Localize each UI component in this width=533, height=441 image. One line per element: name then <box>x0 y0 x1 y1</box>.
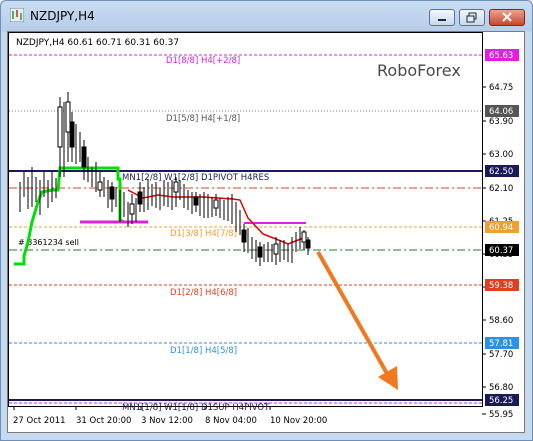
price-tick: 64.75 <box>489 83 513 93</box>
price-tag: 62.50 <box>489 167 513 177</box>
price-tag: 57.81 <box>489 339 513 349</box>
price-tag: 60.94 <box>489 223 513 233</box>
chart-area[interactable]: NZDJPY,H4 60.61 60.71 60.31 60.37 RoboFo… <box>7 31 525 433</box>
price-tag: 65.63 <box>489 51 513 61</box>
minimize-icon <box>438 19 446 21</box>
price-tick: 62.10 <box>489 184 513 194</box>
maximize-button[interactable] <box>459 9 485 26</box>
price-tick: 56.80 <box>489 383 513 393</box>
current-price-tag: 60.37 <box>489 246 513 256</box>
price-tag: 64.06 <box>489 107 513 117</box>
time-tick: 3 Nov 12:00 <box>141 416 193 426</box>
time-tick: 31 Oct 20:00 <box>76 416 131 426</box>
time-tick: 8 Nov 04:00 <box>205 416 257 426</box>
price-tick: 58.60 <box>489 316 513 326</box>
price-tick: 63.90 <box>489 117 513 127</box>
price-tag: 59.38 <box>489 281 513 291</box>
price-tick: 57.70 <box>489 350 513 360</box>
level-label-1: D1[8/8] H4[+2/8] <box>166 56 240 66</box>
close-button[interactable] <box>489 9 525 26</box>
plot-border <box>8 32 483 407</box>
chart-icon <box>10 8 24 22</box>
level-label-7: MN1[1/8] W1[1/8] D1SUP H4PIVOT <box>122 403 270 413</box>
price-chart[interactable]: NZDJPY,H4 60.61 60.71 60.31 60.37 RoboFo… <box>8 32 524 432</box>
chart-header: NZDJPY,H4 60.61 60.71 60.31 60.37 <box>16 38 179 48</box>
restore-icon <box>466 12 477 23</box>
time-tick: 10 Nov 20:00 <box>270 416 327 426</box>
price-tick: 63.00 <box>489 150 513 160</box>
close-icon <box>502 12 512 22</box>
watermark: RoboForex <box>377 61 461 80</box>
level-label-6: D1[1/8] H4[5/8] <box>170 346 237 356</box>
window-title: NZDJPY,H4 <box>30 9 95 23</box>
time-tick: 27 Oct 2011 <box>13 416 66 426</box>
level-label-5: D1[2/8] H4[6/8] <box>170 288 237 298</box>
level-label-2: D1[5/8] H4[+1/8] <box>166 114 240 124</box>
minimize-button[interactable] <box>429 9 455 26</box>
level-label-3: MN1[2/8] W1[2/8] D1PIVOT H4RES <box>122 173 269 183</box>
price-tick: 55.95 <box>489 410 513 420</box>
title-bar[interactable]: NZDJPY,H4 <box>1 1 532 31</box>
level-label-4: D1[3/8] H4[7/8] <box>170 229 237 239</box>
chart-window: NZDJPY,H4 NZDJPY,H4 60.61 60.71 60.31 60… <box>0 0 533 441</box>
price-tag: 56.25 <box>489 396 513 406</box>
